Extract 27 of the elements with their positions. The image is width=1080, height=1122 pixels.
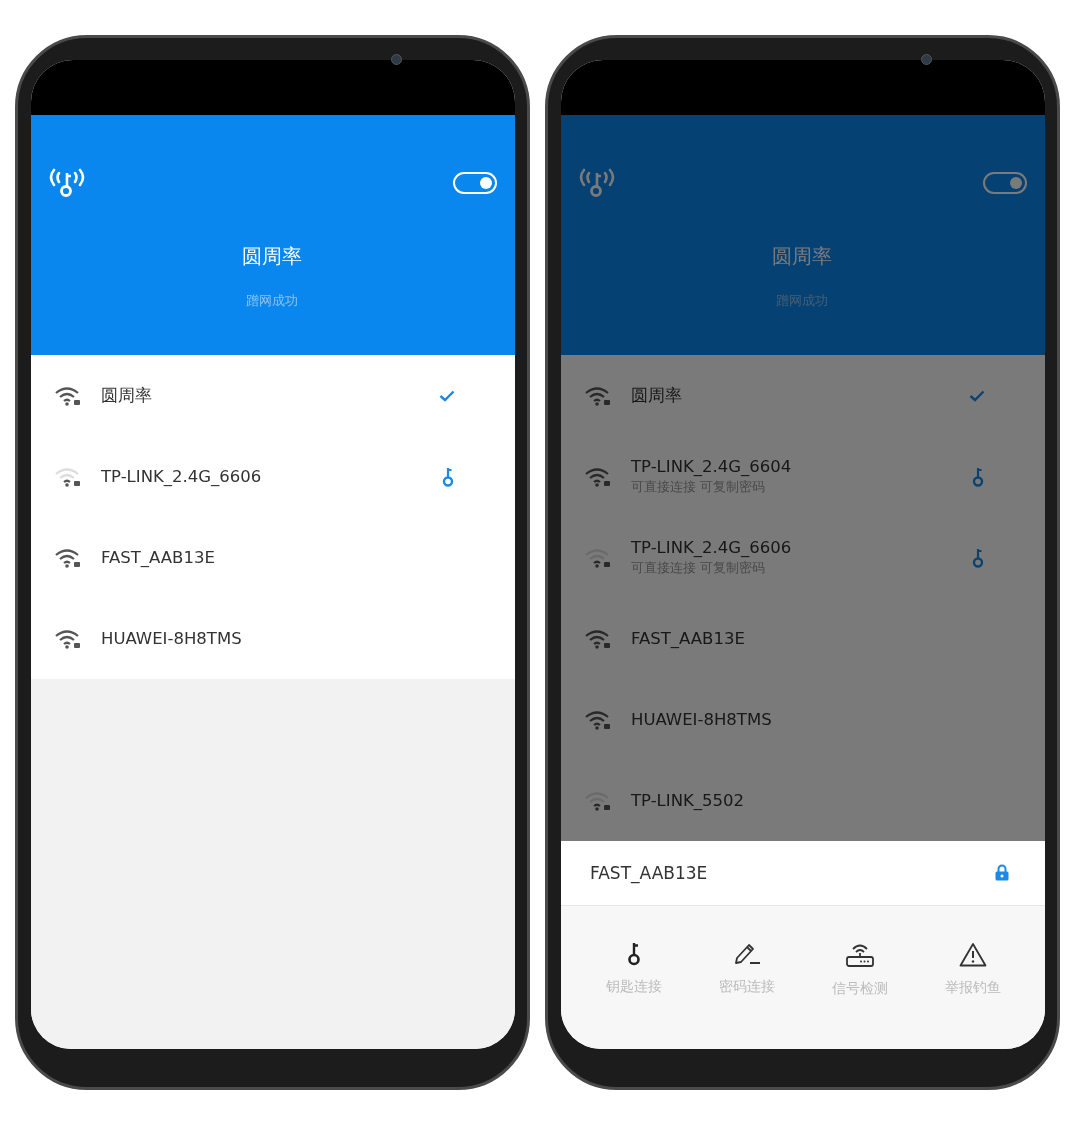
pencil-icon (732, 942, 761, 966)
router-icon (844, 942, 875, 968)
key-icon (625, 942, 642, 966)
network-name[interactable]: 圆周率 (101, 384, 419, 407)
key-icon[interactable] (971, 547, 985, 568)
key-icon[interactable] (971, 466, 985, 487)
network-name[interactable]: FAST_AAB13E (101, 548, 455, 567)
key-icon[interactable] (441, 466, 455, 487)
connection-status: 蹭网成功 (246, 292, 298, 310)
connection-status: 蹭网成功 (776, 292, 828, 310)
network-name[interactable]: FAST_AAB13E (631, 629, 985, 648)
connected-network-title: 圆周率 (772, 243, 832, 270)
connected-network-title: 圆周率 (242, 243, 302, 270)
wifi-toggle[interactable] (453, 172, 497, 194)
network-name[interactable]: TP-LINK_2.4G_6606 (631, 538, 951, 557)
network-name[interactable]: TP-LINK_2.4G_6604 (631, 457, 951, 476)
network-name[interactable]: TP-LINK_2.4G_6606 (101, 467, 421, 486)
sheet-network-name: FAST_AAB13E (590, 862, 708, 883)
lock-icon (995, 864, 1009, 881)
logo-icon (47, 167, 87, 199)
logo-icon (577, 167, 617, 199)
network-name[interactable]: 圆周率 (631, 384, 949, 407)
wifi-toggle[interactable] (983, 172, 1027, 194)
network-name[interactable]: HUAWEI-8H8TMS (631, 710, 985, 729)
network-name[interactable]: HUAWEI-8H8TMS (101, 629, 455, 648)
warning-icon (958, 942, 987, 967)
network-name[interactable]: TP-LINK_5502 (631, 791, 985, 810)
